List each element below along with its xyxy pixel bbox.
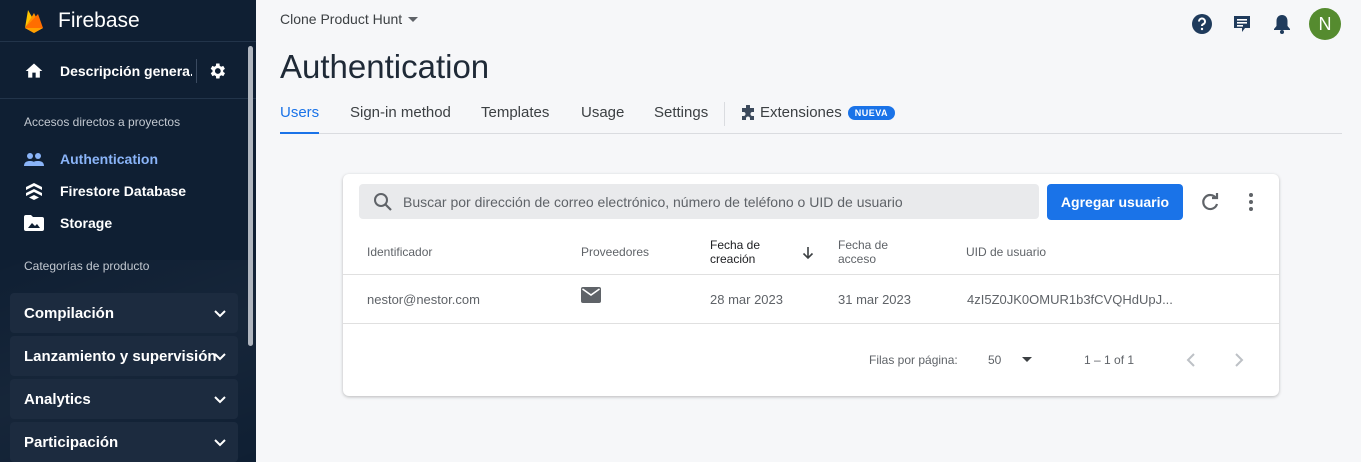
project-name: Clone Product Hunt — [280, 11, 403, 27]
chevron-right-icon[interactable] — [1232, 352, 1246, 368]
header-actions: N — [1173, 8, 1341, 40]
firestore-icon — [24, 182, 44, 200]
rows-per-page-select[interactable]: 50 — [988, 353, 1001, 367]
shortcuts-heading: Accesos directos a proyectos — [24, 115, 181, 129]
storage-icon — [24, 214, 44, 232]
tab-users[interactable]: Users — [280, 104, 320, 134]
firebase-logo-icon — [25, 9, 43, 33]
tab-bar: Users Sign-in method Templates Usage Set… — [280, 100, 1342, 134]
header-divider — [343, 274, 1279, 275]
search-input[interactable] — [403, 193, 1023, 210]
page-title: Authentication — [280, 48, 490, 85]
category-label: Participación — [24, 433, 119, 451]
col-header-accessed[interactable]: Fecha de acceso — [838, 238, 888, 266]
sidebar-item-authentication[interactable]: Authentication — [24, 149, 158, 169]
firebase-brand[interactable]: Firebase — [0, 0, 256, 42]
col-header-created-line2: creación — [710, 252, 756, 266]
sidebar-item-storage[interactable]: Storage — [24, 213, 112, 233]
search-bar[interactable] — [359, 184, 1039, 219]
extensions-label: Extensiones — [760, 104, 842, 121]
cell-identifier: nestor@nestor.com — [367, 292, 480, 307]
release-notes-icon[interactable] — [1231, 13, 1253, 35]
category-compilacion[interactable]: Compilación — [10, 293, 238, 333]
chevron-down-icon — [214, 396, 226, 404]
tab-extensions[interactable]: Extensiones NUEVA — [740, 104, 896, 121]
sidebar-item-firestore[interactable]: Firestore Database — [24, 181, 186, 201]
chevron-down-icon — [214, 353, 226, 361]
sidebar-item-label: Storage — [60, 215, 113, 231]
overview-divider — [196, 58, 197, 83]
project-overview[interactable]: Descripción genera... — [0, 43, 256, 99]
col-header-created-line1: Fecha de — [710, 238, 761, 252]
col-header-created[interactable]: Fecha de creación — [710, 238, 760, 266]
people-icon — [24, 150, 44, 168]
puzzle-icon — [742, 104, 754, 120]
settings-gear-icon[interactable] — [207, 61, 227, 81]
col-header-uid: UID de usuario — [966, 245, 1047, 259]
col-header-accessed-line1: Fecha de — [838, 238, 889, 252]
new-badge: NUEVA — [847, 105, 896, 120]
sidebar-item-label: Authentication — [60, 151, 158, 167]
chevron-left-icon[interactable] — [1184, 352, 1198, 368]
category-analytics[interactable]: Analytics — [10, 379, 238, 419]
cell-created: 28 mar 2023 — [710, 292, 783, 307]
cell-accessed: 31 mar 2023 — [838, 292, 911, 307]
users-table-card: Agregar usuario Identificador Proveedore… — [343, 174, 1279, 396]
chevron-down-icon — [214, 310, 226, 318]
sidebar: Firebase Descripción genera... Accesos d… — [0, 0, 256, 462]
category-lanzamiento[interactable]: Lanzamiento y supervisión — [10, 336, 238, 376]
category-participacion[interactable]: Participación — [10, 422, 238, 462]
category-label: Lanzamiento y supervisión — [24, 347, 217, 365]
tab-templates[interactable]: Templates — [481, 104, 549, 134]
rows-per-page-label: Filas por página: — [869, 353, 958, 367]
project-overview-label: Descripción genera... — [60, 62, 192, 79]
cell-uid: 4zI5Z0JK0OMUR1b3fCVQHdUpJ... — [967, 292, 1173, 307]
user-avatar[interactable]: N — [1309, 8, 1341, 40]
col-header-providers: Proveedores — [581, 245, 650, 259]
categories-heading: Categorías de producto — [24, 259, 150, 273]
project-switcher[interactable]: Clone Product Hunt — [280, 11, 419, 27]
more-vert-icon[interactable] — [1241, 191, 1261, 213]
search-icon — [374, 192, 392, 211]
tab-settings[interactable]: Settings — [654, 104, 708, 134]
refresh-icon[interactable] — [1199, 191, 1221, 213]
caret-down-icon[interactable] — [1022, 357, 1032, 362]
tab-sign-in-method[interactable]: Sign-in method — [350, 104, 451, 134]
mail-icon — [581, 287, 601, 303]
add-user-button[interactable]: Agregar usuario — [1047, 184, 1183, 220]
sidebar-scrollbar[interactable] — [248, 46, 253, 346]
row-divider — [343, 323, 1279, 324]
col-header-accessed-line2: acceso — [838, 252, 877, 266]
pagination-range: 1 – 1 of 1 — [1084, 353, 1135, 367]
arrow-down-icon[interactable] — [801, 246, 815, 260]
col-header-identifier[interactable]: Identificador — [367, 245, 432, 259]
category-label: Analytics — [24, 390, 91, 408]
help-icon[interactable] — [1191, 13, 1213, 35]
brand-name: Firebase — [58, 8, 140, 32]
sidebar-item-label: Firestore Database — [60, 183, 187, 199]
home-icon — [25, 63, 43, 78]
tab-divider — [724, 102, 725, 126]
tab-usage[interactable]: Usage — [581, 104, 624, 134]
category-label: Compilación — [24, 304, 115, 322]
caret-down-icon — [408, 16, 419, 22]
chevron-down-icon — [214, 439, 226, 447]
notifications-bell-icon[interactable] — [1271, 13, 1293, 35]
